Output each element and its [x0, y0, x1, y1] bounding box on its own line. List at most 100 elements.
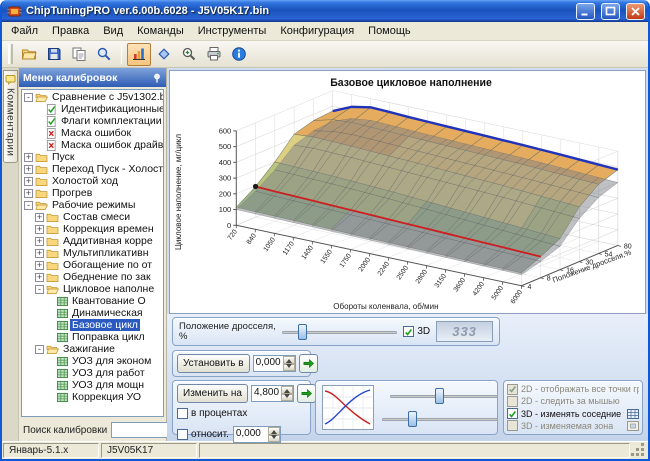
close-button[interactable] — [626, 3, 645, 20]
expand-icon[interactable]: + — [24, 153, 33, 162]
toolbar-grip[interactable] — [8, 44, 13, 64]
change-value-field[interactable]: 4,800 — [252, 386, 281, 401]
tree-item[interactable]: Динамическая — [22, 307, 163, 319]
tree-item[interactable]: -Рабочие режимы — [22, 199, 163, 211]
print-button[interactable] — [202, 43, 226, 66]
open-file-button[interactable] — [17, 43, 41, 66]
minimize-button[interactable] — [576, 3, 595, 20]
svg-text:2800: 2800 — [415, 269, 430, 286]
tree-item[interactable]: Поправка цикл — [22, 331, 163, 343]
collapse-icon[interactable]: - — [24, 93, 33, 102]
apply-set-button[interactable] — [299, 354, 318, 373]
spin-up-icon[interactable] — [281, 386, 293, 394]
diamond-marker-button[interactable] — [152, 43, 176, 66]
expand-icon[interactable]: + — [35, 213, 44, 222]
tree-item[interactable]: Маска ошибок — [22, 127, 163, 139]
menu-item-0[interactable]: Файл — [4, 23, 45, 39]
collapse-icon[interactable]: - — [24, 201, 33, 210]
tree-item[interactable]: Маска ошибок драйве — [22, 139, 163, 151]
throttle-panel: Положение дросселя, % 3D 333 — [172, 317, 500, 346]
svg-text:8: 8 — [547, 276, 551, 283]
maximize-button[interactable] — [601, 3, 620, 20]
comments-tab[interactable]: Комментарии — [3, 70, 18, 163]
relative-value-spinner[interactable]: 0,000 — [233, 426, 281, 443]
menu-item-6[interactable]: Помощь — [361, 23, 418, 39]
search-label: Поиск калибровки — [23, 425, 107, 436]
menu-item-5[interactable]: Конфигурация — [273, 23, 361, 39]
smoothing-slider-1-thumb[interactable] — [435, 388, 444, 404]
tree-item[interactable]: Квантование О — [22, 295, 163, 307]
tree-item[interactable]: +Переход Пуск - Холост — [22, 163, 163, 175]
spin-down-icon[interactable] — [283, 364, 295, 372]
throttle-slider[interactable] — [282, 323, 398, 341]
relative-checkbox[interactable]: относит. — [177, 429, 229, 440]
tree-item[interactable]: +Состав смеси — [22, 211, 163, 223]
spin-down-icon[interactable] — [268, 435, 280, 443]
throttle-slider-thumb[interactable] — [298, 324, 307, 340]
menu-item-4[interactable]: Инструменты — [191, 23, 274, 39]
chart-view-button[interactable] — [127, 43, 151, 66]
resize-grip[interactable] — [632, 443, 646, 458]
relative-value-field[interactable]: 0,000 — [234, 427, 268, 442]
spin-up-icon[interactable] — [283, 356, 295, 364]
tree-item[interactable]: УОЗ для мощн — [22, 379, 163, 391]
expand-icon[interactable]: + — [35, 273, 44, 282]
menu-item-1[interactable]: Правка — [45, 23, 96, 39]
tree-item[interactable]: -Цикловое наполне — [22, 283, 163, 295]
tree-item[interactable]: УОЗ для работ — [22, 367, 163, 379]
collapse-icon[interactable]: - — [35, 285, 44, 294]
tree-item[interactable]: +Обогащение по от — [22, 259, 163, 271]
spin-down-icon[interactable] — [281, 394, 293, 402]
set-value-field[interactable]: 0,000 — [254, 356, 283, 371]
menu-item-2[interactable]: Вид — [96, 23, 130, 39]
tree-item[interactable]: +Пуск — [22, 151, 163, 163]
expand-icon[interactable]: + — [24, 189, 33, 198]
smoothing-slider-2-thumb[interactable] — [408, 411, 417, 427]
compare-files-button[interactable] — [67, 43, 91, 66]
calibration-search-input[interactable] — [111, 422, 173, 438]
tree-item[interactable]: + Мультипликативн — [22, 247, 163, 259]
info-button[interactable] — [227, 43, 251, 66]
expand-icon[interactable]: + — [24, 165, 33, 174]
tree-item[interactable]: Флаги комплектации — [22, 115, 163, 127]
option-label: 3D - изменяемая зона — [521, 421, 613, 431]
change-value-spinner[interactable]: 4,800 — [251, 385, 294, 402]
option-checkbox-2[interactable]: 3D - изменять соседние точки — [507, 408, 639, 420]
expand-icon[interactable]: + — [35, 261, 44, 270]
tree-item[interactable]: Базовое цикл — [22, 319, 163, 331]
tree-item[interactable]: + Холостой ход — [22, 175, 163, 187]
surface-chart[interactable]: 0100200300400500600720840105011701400155… — [170, 71, 645, 313]
save-button[interactable] — [42, 43, 66, 66]
svg-text:200: 200 — [219, 189, 232, 198]
folder-open-icon — [35, 92, 48, 103]
expand-icon[interactable]: + — [35, 237, 44, 246]
smoothing-slider-1[interactable] — [390, 387, 498, 405]
tree-item[interactable]: +Обеднение по зак — [22, 271, 163, 283]
search-button[interactable] — [92, 43, 116, 66]
view-3d-checkbox[interactable]: 3D — [403, 326, 430, 337]
set-value-button[interactable]: Установить в — [177, 354, 250, 373]
tree-item[interactable]: Идентификационные — [22, 103, 163, 115]
tree-item-label: Мультипликативн — [61, 247, 151, 259]
tree-item[interactable]: -Зажигание — [22, 343, 163, 355]
tree-item[interactable]: +Коррекция времен — [22, 223, 163, 235]
set-value-spinner[interactable]: 0,000 — [253, 355, 296, 372]
expand-icon[interactable]: + — [35, 249, 44, 258]
apply-change-button[interactable] — [297, 384, 316, 403]
expand-icon[interactable]: + — [24, 177, 33, 186]
menu-item-3[interactable]: Команды — [130, 23, 191, 39]
collapse-icon[interactable]: - — [35, 345, 44, 354]
tree-item[interactable]: УОЗ для эконом — [22, 355, 163, 367]
tree-item[interactable]: +Прогрев — [22, 187, 163, 199]
tree-item[interactable]: -Сравнение с J5v1302.bin — [22, 91, 163, 103]
tree-item[interactable]: Коррекция УО — [22, 391, 163, 403]
percent-checkbox[interactable]: в процентах — [177, 408, 247, 419]
smoothing-slider-2[interactable] — [382, 410, 498, 428]
expand-icon[interactable]: + — [35, 225, 44, 234]
tree-item-label: Холостой ход — [50, 175, 120, 187]
pin-icon[interactable] — [152, 73, 162, 83]
zoom-in-button[interactable] — [177, 43, 201, 66]
spin-up-icon[interactable] — [268, 427, 280, 435]
change-value-button[interactable]: Изменить на — [177, 384, 248, 403]
tree-item[interactable]: +Аддитивная корре — [22, 235, 163, 247]
